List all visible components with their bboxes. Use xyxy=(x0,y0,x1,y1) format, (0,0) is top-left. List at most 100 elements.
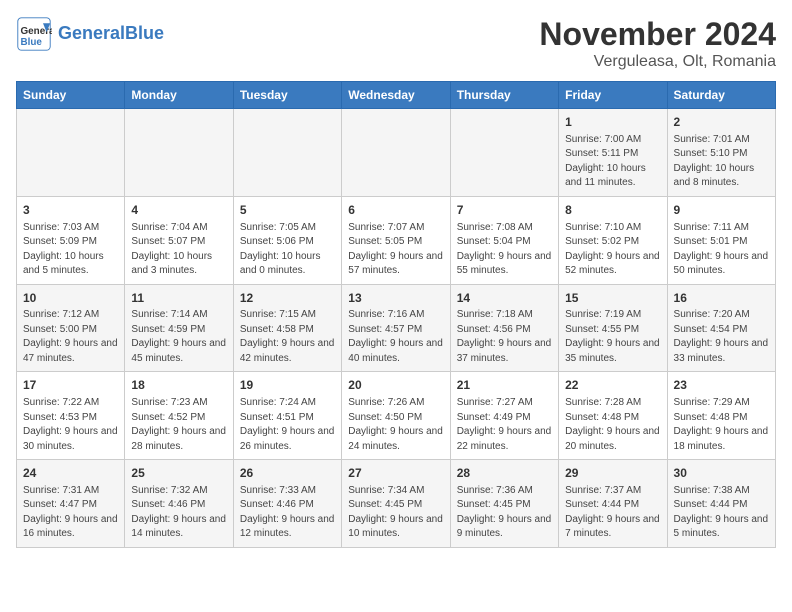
day-number: 22 xyxy=(565,377,660,394)
day-number: 9 xyxy=(674,202,769,219)
calendar-cell: 18 Sunrise: 7:23 AM Sunset: 4:52 PM Dayli… xyxy=(125,372,233,460)
day-number: 17 xyxy=(23,377,118,394)
day-number: 28 xyxy=(457,465,552,482)
calendar-cell: 7 Sunrise: 7:08 AM Sunset: 5:04 PM Daylig… xyxy=(450,196,558,284)
day-info: Sunrise: 7:01 AM Sunset: 5:10 PM Dayligh… xyxy=(674,133,769,191)
calendar-cell: 22Sunrise: 7:28 AM Sunset: 4:48 PM Dayli… xyxy=(559,372,667,460)
day-info: Sunrise: 7:07 AM Sunset: 5:05 PM Dayligh… xyxy=(348,221,443,279)
day-info: Sunrise: 7:14 AM Sunset: 4:59 PM Dayligh… xyxy=(131,308,226,366)
day-number: 30 xyxy=(674,465,769,482)
logo-blue: Blue xyxy=(125,23,164,43)
day-number: 7 xyxy=(457,202,552,219)
day-info: Sunrise: 7:08 AM Sunset: 5:04 PM Dayligh… xyxy=(457,221,552,279)
day-number: 27 xyxy=(348,465,443,482)
calendar-cell: 2 Sunrise: 7:01 AM Sunset: 5:10 PM Daylig… xyxy=(667,109,775,197)
day-number: 23 xyxy=(674,377,769,394)
calendar-cell: 6 Sunrise: 7:07 AM Sunset: 5:05 PM Daylig… xyxy=(342,196,450,284)
calendar-cell: 5 Sunrise: 7:05 AM Sunset: 5:06 PM Daylig… xyxy=(233,196,341,284)
calendar-cell xyxy=(125,109,233,197)
calendar-cell: 9 Sunrise: 7:11 AM Sunset: 5:01 PM Daylig… xyxy=(667,196,775,284)
week-row-5: 24Sunrise: 7:31 AM Sunset: 4:47 PM Dayli… xyxy=(17,460,776,548)
calendar-cell: 1 Sunrise: 7:00 AM Sunset: 5:11 PM Daylig… xyxy=(559,109,667,197)
day-number: 5 xyxy=(240,202,335,219)
day-info: Sunrise: 7:20 AM Sunset: 4:54 PM Dayligh… xyxy=(674,308,769,366)
calendar-cell: 11Sunrise: 7:14 AM Sunset: 4:59 PM Dayli… xyxy=(125,284,233,372)
calendar-cell: 19Sunrise: 7:24 AM Sunset: 4:51 PM Dayli… xyxy=(233,372,341,460)
calendar-cell: 4 Sunrise: 7:04 AM Sunset: 5:07 PM Daylig… xyxy=(125,196,233,284)
page-header: General Blue GeneralBlue November 2024 V… xyxy=(16,16,776,71)
calendar-cell: 27 Sunrise: 7:34 AM Sunset: 4:45 PM Dayli… xyxy=(342,460,450,548)
calendar-cell xyxy=(233,109,341,197)
calendar-cell: 12Sunrise: 7:15 AM Sunset: 4:58 PM Dayli… xyxy=(233,284,341,372)
weekday-header-sunday: Sunday xyxy=(17,82,125,109)
calendar-cell: 16Sunrise: 7:20 AM Sunset: 4:54 PM Dayli… xyxy=(667,284,775,372)
day-info: Sunrise: 7:18 AM Sunset: 4:56 PM Dayligh… xyxy=(457,308,552,366)
day-number: 10 xyxy=(23,290,118,307)
calendar-body: 1 Sunrise: 7:00 AM Sunset: 5:11 PM Daylig… xyxy=(17,109,776,548)
calendar-cell: 10Sunrise: 7:12 AM Sunset: 5:00 PM Dayli… xyxy=(17,284,125,372)
day-info: Sunrise: 7:22 AM Sunset: 4:53 PM Dayligh… xyxy=(23,396,118,454)
day-number: 4 xyxy=(131,202,226,219)
day-number: 6 xyxy=(348,202,443,219)
calendar-cell: 28 Sunrise: 7:36 AM Sunset: 4:45 PM Dayli… xyxy=(450,460,558,548)
calendar-cell: 24Sunrise: 7:31 AM Sunset: 4:47 PM Dayli… xyxy=(17,460,125,548)
calendar-cell: 26Sunrise: 7:33 AM Sunset: 4:46 PM Dayli… xyxy=(233,460,341,548)
day-info: Sunrise: 7:36 AM Sunset: 4:45 PM Dayligh… xyxy=(457,484,552,542)
calendar-cell xyxy=(342,109,450,197)
calendar-cell: 17 Sunrise: 7:22 AM Sunset: 4:53 PM Dayli… xyxy=(17,372,125,460)
weekday-header-monday: Monday xyxy=(125,82,233,109)
day-info: Sunrise: 7:19 AM Sunset: 4:55 PM Dayligh… xyxy=(565,308,660,366)
day-info: Sunrise: 7:26 AM Sunset: 4:50 PM Dayligh… xyxy=(348,396,443,454)
day-info: Sunrise: 7:37 AM Sunset: 4:44 PM Dayligh… xyxy=(565,484,660,542)
day-info: Sunrise: 7:03 AM Sunset: 5:09 PM Dayligh… xyxy=(23,221,118,279)
calendar-cell: 14Sunrise: 7:18 AM Sunset: 4:56 PM Dayli… xyxy=(450,284,558,372)
day-number: 8 xyxy=(565,202,660,219)
day-info: Sunrise: 7:15 AM Sunset: 4:58 PM Dayligh… xyxy=(240,308,335,366)
calendar-cell: 13Sunrise: 7:16 AM Sunset: 4:57 PM Dayli… xyxy=(342,284,450,372)
week-row-2: 3Sunrise: 7:03 AM Sunset: 5:09 PM Daylig… xyxy=(17,196,776,284)
day-number: 18 xyxy=(131,377,226,394)
day-info: Sunrise: 7:16 AM Sunset: 4:57 PM Dayligh… xyxy=(348,308,443,366)
calendar-cell: 25 Sunrise: 7:32 AM Sunset: 4:46 PM Dayli… xyxy=(125,460,233,548)
calendar-cell: 29Sunrise: 7:37 AM Sunset: 4:44 PM Dayli… xyxy=(559,460,667,548)
day-number: 16 xyxy=(674,290,769,307)
day-number: 12 xyxy=(240,290,335,307)
day-info: Sunrise: 7:23 AM Sunset: 4:52 PM Dayligh… xyxy=(131,396,226,454)
weekday-header-tuesday: Tuesday xyxy=(233,82,341,109)
day-info: Sunrise: 7:04 AM Sunset: 5:07 PM Dayligh… xyxy=(131,221,226,279)
day-number: 20 xyxy=(348,377,443,394)
logo-text: GeneralBlue xyxy=(58,24,164,44)
calendar-cell: 30 Sunrise: 7:38 AM Sunset: 4:44 PM Dayli… xyxy=(667,460,775,548)
day-info: Sunrise: 7:31 AM Sunset: 4:47 PM Dayligh… xyxy=(23,484,118,542)
day-number: 2 xyxy=(674,114,769,131)
day-info: Sunrise: 7:34 AM Sunset: 4:45 PM Dayligh… xyxy=(348,484,443,542)
day-info: Sunrise: 7:00 AM Sunset: 5:11 PM Dayligh… xyxy=(565,133,660,191)
day-number: 15 xyxy=(565,290,660,307)
calendar-table: SundayMondayTuesdayWednesdayThursdayFrid… xyxy=(16,81,776,548)
calendar-cell: 21Sunrise: 7:27 AM Sunset: 4:49 PM Dayli… xyxy=(450,372,558,460)
weekday-header-thursday: Thursday xyxy=(450,82,558,109)
calendar-cell xyxy=(17,109,125,197)
day-number: 13 xyxy=(348,290,443,307)
day-number: 19 xyxy=(240,377,335,394)
weekday-header-saturday: Saturday xyxy=(667,82,775,109)
location-title: Verguleasa, Olt, Romania xyxy=(539,53,776,71)
day-number: 11 xyxy=(131,290,226,307)
day-number: 1 xyxy=(565,114,660,131)
calendar-header: SundayMondayTuesdayWednesdayThursdayFrid… xyxy=(17,82,776,109)
day-number: 25 xyxy=(131,465,226,482)
day-info: Sunrise: 7:33 AM Sunset: 4:46 PM Dayligh… xyxy=(240,484,335,542)
day-info: Sunrise: 7:32 AM Sunset: 4:46 PM Dayligh… xyxy=(131,484,226,542)
day-info: Sunrise: 7:38 AM Sunset: 4:44 PM Dayligh… xyxy=(674,484,769,542)
calendar-cell xyxy=(450,109,558,197)
weekday-header-wednesday: Wednesday xyxy=(342,82,450,109)
weekday-header-friday: Friday xyxy=(559,82,667,109)
logo-general: General xyxy=(58,23,125,43)
week-row-1: 1 Sunrise: 7:00 AM Sunset: 5:11 PM Daylig… xyxy=(17,109,776,197)
calendar-cell: 8Sunrise: 7:10 AM Sunset: 5:02 PM Daylig… xyxy=(559,196,667,284)
day-info: Sunrise: 7:05 AM Sunset: 5:06 PM Dayligh… xyxy=(240,221,335,279)
calendar-cell: 20 Sunrise: 7:26 AM Sunset: 4:50 PM Dayli… xyxy=(342,372,450,460)
week-row-4: 17 Sunrise: 7:22 AM Sunset: 4:53 PM Dayli… xyxy=(17,372,776,460)
weekday-header-row: SundayMondayTuesdayWednesdayThursdayFrid… xyxy=(17,82,776,109)
day-info: Sunrise: 7:11 AM Sunset: 5:01 PM Dayligh… xyxy=(674,221,769,279)
